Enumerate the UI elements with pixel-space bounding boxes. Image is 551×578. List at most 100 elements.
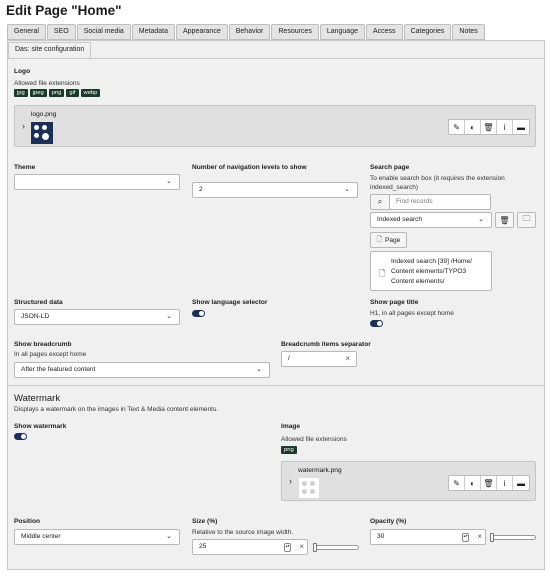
opacity-label: Opacity (%): [370, 518, 407, 525]
nav-levels-value: 2: [199, 186, 203, 193]
watermark-allowed-extensions-label: Allowed file extensions: [281, 436, 347, 443]
size-label: Size (%): [192, 518, 218, 525]
info-icon[interactable]: i: [497, 476, 513, 490]
chevron-down-icon: ⌄: [256, 366, 262, 373]
language-selector-label: Show language selector: [192, 299, 268, 306]
clear-icon[interactable]: ×: [299, 540, 304, 554]
show-watermark-label: Show watermark: [14, 423, 67, 430]
menu-icon[interactable]: ▬: [513, 120, 529, 134]
logo-allowed-extensions-label: Allowed file extensions: [14, 80, 80, 87]
watermark-filename: watermark.png: [298, 467, 342, 474]
trash-icon[interactable]: 🗑: [481, 120, 497, 134]
tab-bar: General SEO Social media Metadata Appear…: [7, 24, 486, 40]
breadcrumb-value: After the featured content: [21, 366, 96, 373]
search-page-suggestion[interactable]: 🗋 Indexed search [39] /Home/ Content ele…: [370, 251, 492, 291]
structured-data-select[interactable]: JSON-LD ⌄: [14, 309, 180, 325]
extension-badge: gif: [66, 89, 79, 97]
tab-appearance[interactable]: Appearance: [175, 24, 228, 40]
theme-select[interactable]: ⌄: [14, 174, 180, 190]
breadcrumb-desc: In all pages except home: [14, 351, 87, 358]
extension-badge: png: [281, 446, 297, 454]
suggestion-line: Content elements/: [391, 278, 445, 285]
tab-notes[interactable]: Notes: [452, 24, 485, 40]
tab-access[interactable]: Access: [366, 24, 403, 40]
breadcrumb-select[interactable]: After the featured content ⌄: [14, 362, 270, 378]
tab-categories[interactable]: Categories: [403, 24, 452, 40]
search-page-select[interactable]: Indexed search ⌄: [370, 212, 492, 228]
pencil-icon[interactable]: ✎: [449, 476, 465, 490]
page-icon: 🗋: [379, 269, 386, 278]
logo-actions: ✎ ◐ 🗑 i ▬: [448, 119, 530, 135]
tab-language[interactable]: Language: [319, 24, 365, 40]
folder-icon[interactable]: 🗀: [517, 212, 536, 228]
chevron-down-icon: ⌄: [478, 216, 484, 223]
info-icon[interactable]: i: [497, 120, 513, 134]
logo-thumbnail[interactable]: [31, 122, 53, 144]
watermark-file-reference: › watermark.png ✎ ◐ 🗑 i ▬: [281, 461, 536, 501]
tab-general[interactable]: General: [7, 24, 46, 40]
chevron-down-icon: ⌄: [166, 178, 172, 185]
tab-metadata[interactable]: Metadata: [131, 24, 175, 40]
stepper-icon[interactable]: ▴▾: [462, 533, 469, 542]
chevron-down-icon: ⌄: [166, 313, 172, 320]
tab-seo[interactable]: SEO: [46, 24, 76, 40]
menu-icon[interactable]: ▬: [513, 476, 529, 490]
breadcrumb-separator-label: Breadcrumb items separator: [281, 341, 371, 348]
language-selector-toggle[interactable]: [192, 310, 205, 317]
trash-icon[interactable]: 🗑: [495, 212, 514, 228]
size-desc: Relative to the source image width.: [192, 529, 294, 536]
divider: [8, 385, 544, 386]
structured-data-value: JSON-LD: [21, 313, 50, 320]
size-slider[interactable]: [313, 543, 359, 552]
trash-icon[interactable]: 🗑: [481, 476, 497, 490]
page-icon: 🗋: [376, 235, 382, 243]
tab-resources[interactable]: Resources: [271, 24, 319, 40]
toggle-icon[interactable]: ◐: [465, 476, 481, 490]
clear-icon[interactable]: ×: [345, 352, 350, 366]
watermark-thumbnail[interactable]: [298, 477, 320, 499]
opacity-slider[interactable]: [490, 533, 536, 542]
chevron-right-icon[interactable]: ›: [22, 121, 25, 131]
breadcrumb-separator-value: /: [288, 355, 290, 362]
nav-levels-select[interactable]: 2 ⌄: [192, 182, 358, 198]
page-button[interactable]: 🗋 Page: [370, 232, 407, 248]
page-title-label: Show page title: [370, 299, 419, 306]
extension-badge: jpg: [14, 89, 28, 97]
search-page-desc-2: indexed_search): [370, 184, 419, 191]
clear-icon[interactable]: ×: [477, 530, 482, 544]
page-title-toggle[interactable]: [370, 320, 383, 327]
position-select[interactable]: Middle center ⌄: [14, 529, 180, 545]
position-label: Position: [14, 518, 41, 525]
show-watermark-toggle[interactable]: [14, 433, 27, 440]
find-records-placeholder: Find records: [396, 198, 433, 205]
opacity-input[interactable]: 30 ▴▾ ×: [370, 529, 486, 545]
slider-handle[interactable]: [490, 533, 494, 542]
slider-handle[interactable]: [313, 543, 317, 552]
toggle-icon[interactable]: ◐: [465, 120, 481, 134]
chevron-down-icon: ⌄: [166, 533, 172, 540]
watermark-desc: Displays a watermark on the images in Te…: [14, 406, 219, 413]
search-icon[interactable]: ⌕: [370, 194, 390, 210]
tab-site-configuration[interactable]: Das: site configuration: [8, 42, 92, 58]
stepper-icon[interactable]: ▴▾: [284, 543, 291, 552]
divider: [8, 58, 544, 59]
pencil-icon[interactable]: ✎: [449, 120, 465, 134]
watermark-section-title: Watermark: [14, 393, 61, 404]
breadcrumb-label: Show breadcrumb: [14, 341, 72, 348]
extension-badge: jpeg: [29, 89, 47, 97]
tab-social-media[interactable]: Social media: [76, 24, 131, 40]
tab-behavior[interactable]: Behavior: [228, 24, 271, 40]
chevron-right-icon[interactable]: ›: [289, 476, 292, 486]
watermark-extension-badges: png: [281, 446, 299, 454]
extension-badge: png: [48, 89, 65, 97]
size-value: 25: [199, 543, 207, 550]
breadcrumb-separator-input[interactable]: / ×: [281, 351, 357, 367]
search-page-desc: To enable search box (it requires the ex…: [370, 175, 505, 182]
logo-filename: logo.png: [31, 111, 57, 118]
structured-data-label: Structured data: [14, 299, 63, 306]
logo-extension-badges: jpg jpeg png gif webp: [14, 89, 102, 97]
suggestion-line: Indexed search [39] /Home/: [391, 258, 473, 265]
find-records-input[interactable]: Find records: [389, 194, 491, 210]
size-input[interactable]: 25 ▴▾ ×: [192, 539, 308, 555]
logo-label: Logo: [14, 68, 31, 75]
